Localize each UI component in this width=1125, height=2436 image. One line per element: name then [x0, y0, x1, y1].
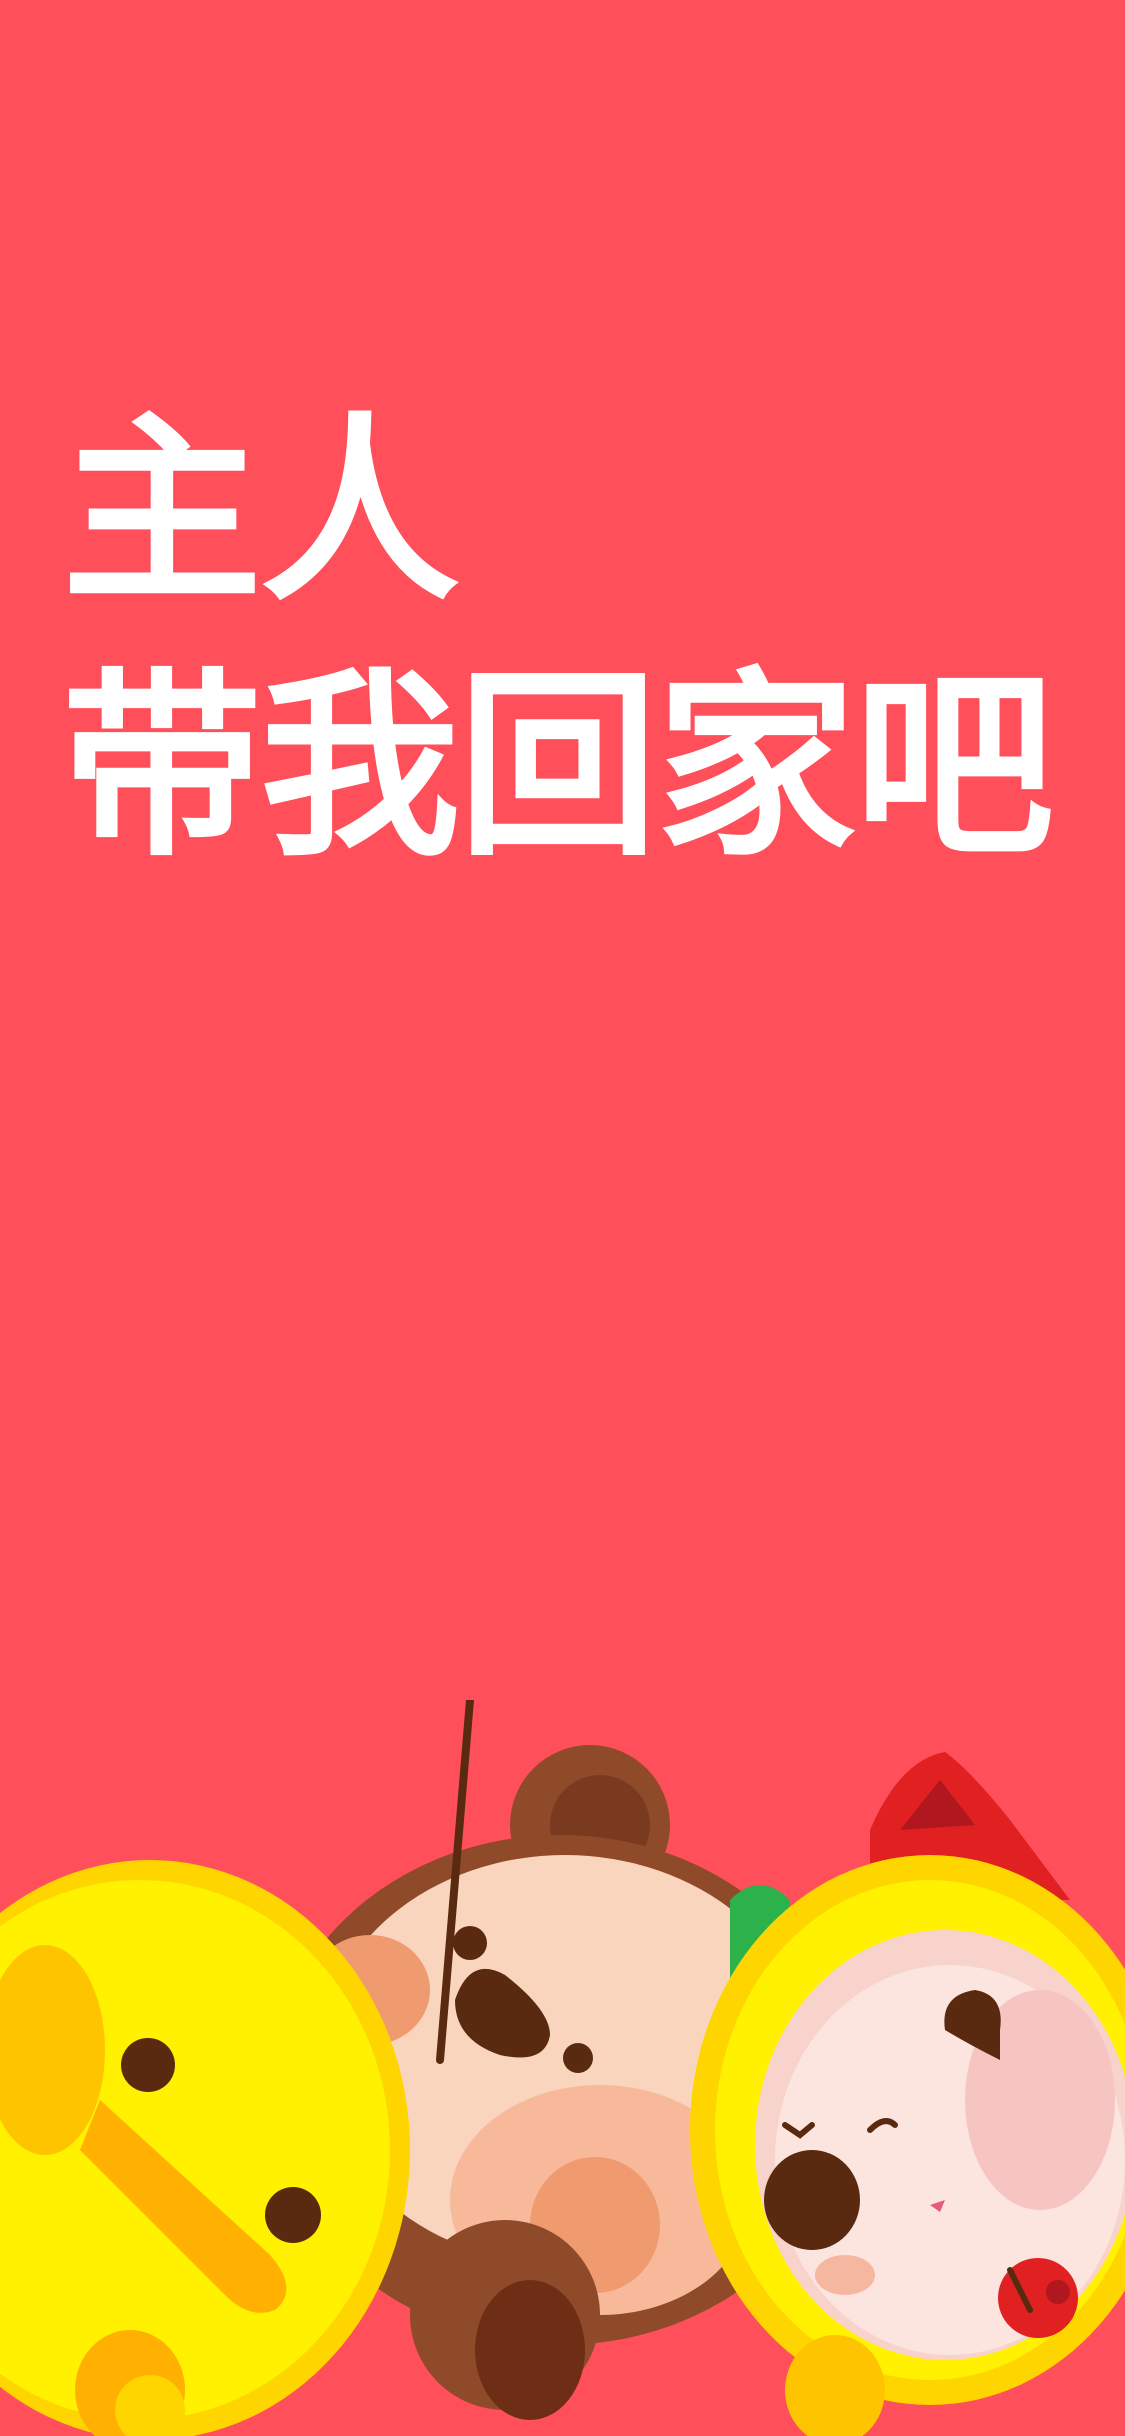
headline-line-2: 带我回家吧: [62, 651, 1054, 884]
headline-line-1: 主人: [62, 396, 460, 629]
headline: 主人 带我回家吧: [62, 385, 1054, 895]
mascot-illustration: [0, 1700, 1125, 2436]
onboarding-screen: 主人 带我回家吧: [0, 0, 1125, 2436]
mascot-illustration-svg: [0, 1700, 1125, 2436]
yellow-hooded-cat-character: [690, 1855, 1125, 2436]
